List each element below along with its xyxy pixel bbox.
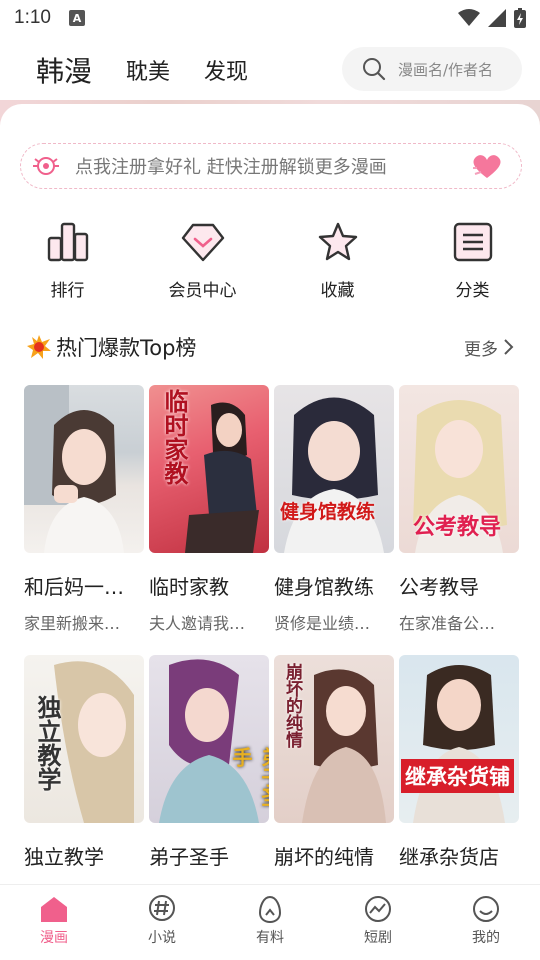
nav-profile[interactable]: 我的: [432, 885, 540, 960]
quick-link-vip[interactable]: 会员中心: [135, 222, 270, 302]
tab-discover[interactable]: 发现: [204, 54, 248, 86]
cover-title-art: 独立教学: [33, 695, 61, 791]
tab-danmei[interactable]: 耽美: [126, 54, 170, 86]
search-input[interactable]: 漫画名/作者名: [342, 47, 522, 91]
comic-card[interactable]: 独立教学 独立教学: [24, 655, 144, 880]
list-icon: [453, 222, 492, 262]
quick-link-label: 会员中心: [168, 281, 237, 301]
register-banner[interactable]: 点我注册拿好礼 赶快注册解锁更多漫画: [20, 143, 522, 189]
comic-cover[interactable]: 临时家教: [149, 385, 269, 553]
nav-comics[interactable]: 漫画: [0, 885, 108, 960]
comic-desc: 贤修是业绩…: [274, 614, 371, 633]
battery-icon: [514, 8, 526, 28]
nav-label: 漫画: [40, 930, 68, 946]
more-link[interactable]: 更多: [464, 335, 518, 360]
star-icon: [318, 222, 357, 261]
chevron-right-icon: [504, 339, 514, 355]
comic-cover[interactable]: [24, 385, 144, 553]
ranking-icon: [47, 222, 88, 262]
hot-section-header: 热门爆款Top榜 更多: [26, 332, 518, 362]
section-title: 热门爆款Top榜: [56, 336, 197, 360]
nav-label: 短剧: [364, 930, 392, 946]
comic-card[interactable]: 公考教导 公考教导 在家准备公…: [399, 385, 519, 634]
wifi-icon: [458, 9, 480, 26]
comic-desc: 夫人邀请我…: [149, 614, 246, 633]
nav-label: 小说: [148, 930, 176, 946]
comic-card[interactable]: 弟子圣手 弟子圣手: [149, 655, 269, 880]
diamond-icon: [181, 223, 224, 262]
comic-title: 崩坏的纯情: [274, 845, 374, 869]
smile-icon: [473, 896, 499, 922]
comic-cover[interactable]: 弟子圣手: [149, 655, 269, 823]
heart-icon: [473, 155, 501, 178]
quick-link-category[interactable]: 分类: [405, 222, 540, 302]
quick-link-label: 收藏: [320, 281, 355, 301]
comic-cover[interactable]: 公考教导: [399, 385, 519, 553]
comic-title: 继承杂货店: [399, 845, 499, 869]
cover-title-art: 弟子圣手: [229, 747, 269, 807]
bottom-nav: 漫画 小说 有料 短剧 我的: [0, 884, 540, 960]
comic-cover[interactable]: 健身馆教练: [274, 385, 394, 553]
comic-card[interactable]: 临时家教 临时家教 夫人邀请我…: [149, 385, 269, 634]
nav-label: 有料: [256, 930, 284, 946]
trend-circle-icon: [365, 896, 391, 922]
register-text: 点我注册拿好礼 赶快注册解锁更多漫画: [75, 157, 387, 178]
quick-link-favorites[interactable]: 收藏: [270, 222, 405, 302]
comic-card[interactable]: 健身馆教练 健身馆教练 贤修是业绩…: [274, 385, 394, 634]
cover-title-art: 公考教导: [413, 515, 502, 540]
quick-link-label: 分类: [455, 281, 490, 301]
cover-title-art: 健身馆教练: [280, 501, 376, 523]
signal-icon: [488, 9, 506, 27]
cover-title-art: 临时家教: [160, 389, 188, 485]
notification-badge-icon: A: [68, 10, 85, 26]
comic-title: 健身馆教练: [274, 575, 374, 599]
comic-title: 和后妈一…: [24, 575, 124, 599]
comic-title: 公考教导: [399, 575, 479, 599]
gift-sparkle-icon: [33, 157, 59, 175]
home-icon: [41, 897, 67, 922]
search-placeholder: 漫画名/作者名: [398, 60, 494, 79]
comic-title: 弟子圣手: [149, 845, 229, 869]
cover-title-art: 崩坏的纯情: [282, 663, 302, 748]
comic-title: 独立教学: [24, 845, 104, 869]
tab-hanman[interactable]: 韩漫: [36, 50, 92, 90]
quick-link-ranking[interactable]: 排行: [0, 222, 135, 302]
comic-card[interactable]: 继承杂货铺 继承杂货店: [399, 655, 519, 880]
comic-desc: 家里新搬来…: [24, 614, 121, 633]
comic-title: 临时家教: [149, 575, 229, 599]
comic-cover[interactable]: 独立教学: [24, 655, 144, 823]
status-time: 1:10: [14, 7, 51, 28]
nav-label: 我的: [472, 930, 500, 946]
comic-card[interactable]: 和后妈一… 家里新搬来…: [24, 385, 144, 634]
explosion-icon: [27, 335, 51, 359]
hashtag-bubble-icon: [149, 895, 175, 921]
status-bar: 1:10 A: [0, 0, 540, 36]
comic-card[interactable]: 崩坏的纯情 崩坏的纯情: [274, 655, 394, 880]
nav-novels[interactable]: 小说: [108, 885, 216, 960]
comic-cover[interactable]: 继承杂货铺: [399, 655, 519, 823]
comic-cover[interactable]: 崩坏的纯情: [274, 655, 394, 823]
comic-desc: 在家准备公…: [399, 614, 496, 633]
egg-icon: [258, 895, 282, 923]
quick-link-label: 排行: [50, 281, 85, 301]
nav-short-drama[interactable]: 短剧: [324, 885, 432, 960]
more-label: 更多: [464, 339, 498, 360]
search-icon: [363, 58, 386, 81]
nav-youliao[interactable]: 有料: [216, 885, 324, 960]
quick-links: 排行 会员中心 收藏 分类: [0, 222, 540, 302]
cover-title-art: 继承杂货铺: [401, 759, 514, 793]
